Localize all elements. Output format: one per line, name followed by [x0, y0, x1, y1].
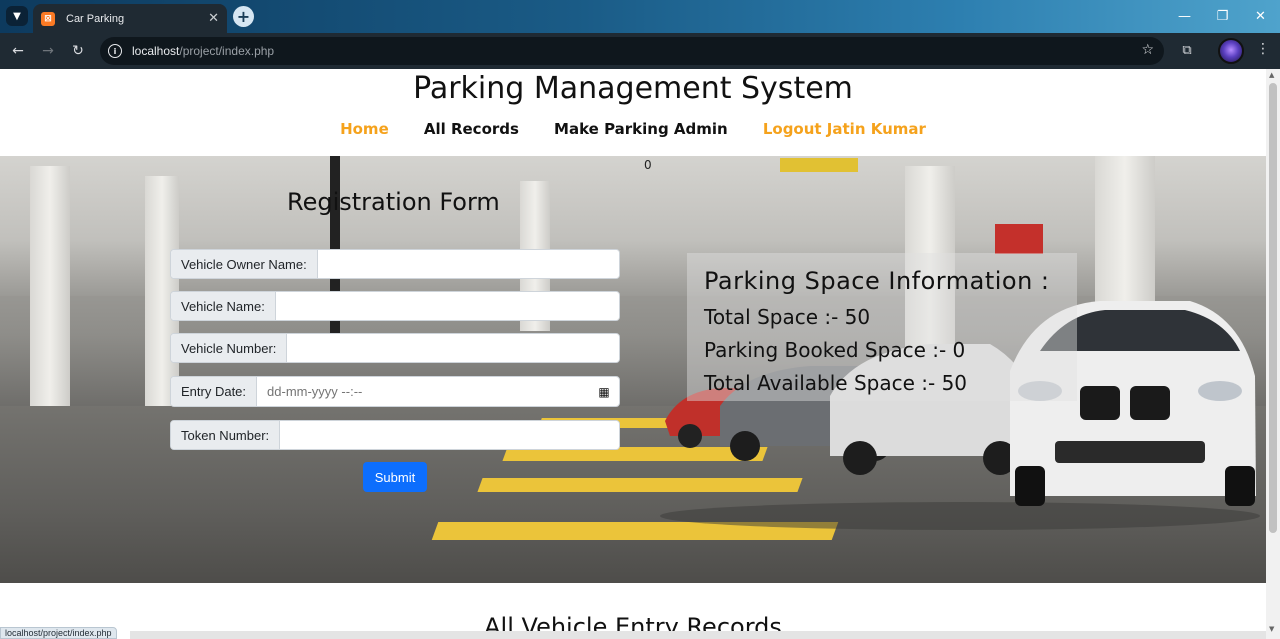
vehicle-owner-name-group: Vehicle Owner Name:: [170, 249, 620, 279]
vehicle-number-group: Vehicle Number:: [170, 333, 620, 363]
address-bar[interactable]: i localhost/project/index.php ☆: [100, 37, 1164, 65]
tab-search-chevron-icon[interactable]: ▼: [6, 6, 28, 26]
tab-close-icon[interactable]: ✕: [208, 11, 219, 26]
registration-form-title: Registration Form: [287, 188, 500, 216]
entry-date-input[interactable]: [257, 377, 589, 406]
token-number-group: Token Number:: [170, 420, 620, 450]
site-info-icon[interactable]: i: [108, 44, 122, 58]
main-nav: Home All Records Make Parking Admin Logo…: [0, 119, 1266, 138]
status-bar-url: localhost/project/index.php: [0, 627, 117, 639]
submit-button[interactable]: Submit: [363, 462, 427, 492]
vehicle-number-input[interactable]: [287, 334, 619, 362]
calendar-icon[interactable]: ▦: [589, 377, 619, 406]
xampp-favicon-icon: ⊠: [41, 11, 55, 26]
profile-avatar[interactable]: [1218, 38, 1244, 64]
available-space-text: Total Available Space :- 50: [704, 371, 968, 395]
vehicle-name-input[interactable]: [275, 292, 619, 320]
window-close-icon[interactable]: ✕: [1242, 0, 1279, 33]
scroll-up-icon[interactable]: ▲: [1269, 71, 1274, 79]
nav-home[interactable]: Home: [340, 120, 389, 138]
scroll-down-icon[interactable]: ▼: [1269, 625, 1274, 633]
url-host: localhost: [132, 44, 180, 58]
vehicle-number-label: Vehicle Number:: [171, 334, 288, 362]
total-space-text: Total Space :- 50: [704, 305, 871, 329]
hero-parking-garage-background: 0 Registration Form Vehicle Owner Name: …: [0, 156, 1266, 583]
booked-space-text: Parking Booked Space :- 0: [704, 338, 966, 362]
token-number-label: Token Number:: [171, 421, 281, 449]
extensions-puzzle-icon[interactable]: ⧉: [1178, 41, 1196, 59]
new-tab-plus-icon[interactable]: +: [233, 6, 254, 27]
page-viewport: Parking Management System Home All Recor…: [0, 69, 1266, 639]
vehicle-owner-name-input[interactable]: [317, 250, 619, 278]
forward-arrow-icon[interactable]: →: [38, 41, 58, 61]
vehicle-name-label: Vehicle Name:: [171, 292, 276, 320]
token-number-input[interactable]: [280, 421, 619, 449]
vehicle-owner-name-label: Vehicle Owner Name:: [171, 250, 318, 278]
browser-toolbar: ← → ↻ i localhost/project/index.php ☆ ⧉ …: [0, 33, 1280, 69]
nav-all-records[interactable]: All Records: [424, 120, 519, 138]
vertical-scrollbar[interactable]: ▲ ▼: [1266, 69, 1280, 639]
url-path: /project/index.php: [179, 44, 275, 58]
fire-cabinet: [995, 224, 1043, 254]
entry-date-label: Entry Date:: [171, 377, 258, 406]
nav-logout[interactable]: Logout Jatin Kumar: [763, 120, 926, 138]
horizontal-scrollbar[interactable]: [130, 631, 1266, 639]
site-title: Parking Management System: [413, 71, 853, 106]
nav-make-parking-admin[interactable]: Make Parking Admin: [554, 120, 728, 138]
scrollbar-thumb[interactable]: [1269, 83, 1277, 533]
bookmark-star-icon[interactable]: ☆: [1141, 42, 1154, 58]
vehicle-name-group: Vehicle Name:: [170, 291, 620, 321]
restore-icon[interactable]: ❐: [1204, 0, 1241, 33]
parking-space-info-panel: Parking Space Information : Total Space …: [687, 253, 1077, 401]
minimize-icon[interactable]: —: [1166, 0, 1203, 33]
browser-menu-icon[interactable]: ⋮: [1256, 41, 1270, 57]
back-arrow-icon[interactable]: ←: [8, 41, 28, 61]
reload-icon[interactable]: ↻: [68, 41, 88, 61]
entry-date-group: Entry Date: ▦: [170, 376, 620, 407]
counter-label: 0: [644, 158, 652, 172]
parking-info-heading: Parking Space Information :: [704, 267, 1050, 295]
browser-tab-bar: ▼ ⊠ Car Parking ✕ + — ❐ ✕: [0, 0, 1280, 33]
tab-title: Car Parking: [66, 12, 125, 25]
ceiling-sign: [780, 158, 858, 172]
browser-tab-car-parking[interactable]: ⊠ Car Parking ✕: [33, 4, 227, 33]
